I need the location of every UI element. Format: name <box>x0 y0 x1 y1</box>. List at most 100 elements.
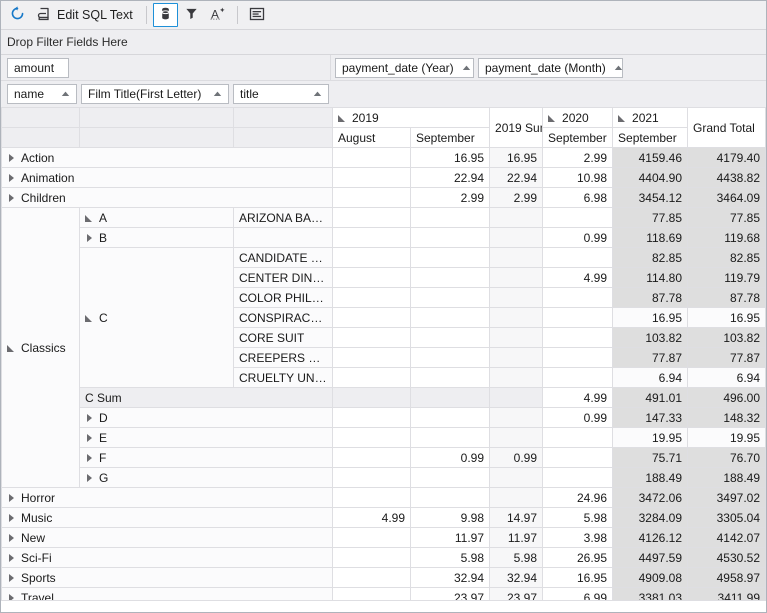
data-cell[interactable] <box>542 427 614 448</box>
data-cell[interactable]: 22.94 <box>409 167 491 188</box>
data-cell[interactable] <box>332 427 411 448</box>
data-cell[interactable]: 11.97 <box>489 527 544 548</box>
collapse-triangle-icon[interactable] <box>618 113 627 122</box>
data-cell[interactable] <box>542 307 614 328</box>
data-cell[interactable]: 5.98 <box>542 507 614 528</box>
data-cell[interactable]: 3284.09 <box>612 507 689 528</box>
row-header-children[interactable]: Children <box>1 187 333 208</box>
data-cell[interactable]: 188.49 <box>612 467 689 488</box>
data-cell[interactable] <box>489 207 544 228</box>
field-chip-payment-date-month[interactable]: payment_date (Month) <box>478 57 623 78</box>
data-cell[interactable] <box>489 387 544 408</box>
row-header-title-cell[interactable]: CORE SUIT <box>233 327 333 348</box>
data-cell[interactable]: 87.78 <box>612 287 689 308</box>
data-cell[interactable]: 3497.02 <box>687 487 766 508</box>
data-cell[interactable]: 82.85 <box>687 247 766 268</box>
data-cell[interactable]: 103.82 <box>612 327 689 348</box>
data-cell[interactable] <box>409 267 491 288</box>
data-cell[interactable] <box>489 367 544 388</box>
data-cell[interactable] <box>489 247 544 268</box>
row-header-classics-d[interactable]: D <box>79 407 333 428</box>
collapse-triangle-icon[interactable] <box>548 113 557 122</box>
row-header-title-cell[interactable]: COLOR PHILADE… <box>233 287 333 308</box>
field-chip-film-title-first-letter[interactable]: Film Title(First Letter) <box>81 84 229 104</box>
data-cell[interactable] <box>489 307 544 328</box>
field-list-button[interactable] <box>244 3 270 27</box>
data-cell[interactable]: 0.99 <box>489 447 544 468</box>
expand-triangle-icon[interactable] <box>85 233 94 242</box>
data-cell[interactable]: 4126.12 <box>612 527 689 548</box>
data-cell[interactable] <box>332 307 411 328</box>
data-cell[interactable]: 4159.46 <box>612 147 689 168</box>
data-cell[interactable] <box>409 307 491 328</box>
row-field-zone[interactable]: name Film Title(First Letter) title <box>1 81 331 107</box>
data-cell[interactable]: 5.98 <box>489 547 544 568</box>
data-cell[interactable] <box>542 447 614 468</box>
data-cell[interactable] <box>542 247 614 268</box>
expand-triangle-icon[interactable] <box>7 533 16 542</box>
data-cell[interactable] <box>542 467 614 488</box>
data-field-zone[interactable]: amount <box>1 55 331 80</box>
expand-triangle-icon[interactable] <box>85 413 94 422</box>
data-cell[interactable] <box>542 347 614 368</box>
data-cell[interactable]: 491.01 <box>612 387 689 408</box>
column-group-2020[interactable]: 2020 <box>542 107 614 128</box>
data-cell[interactable] <box>489 467 544 488</box>
data-cell[interactable] <box>409 367 491 388</box>
row-header-new[interactable]: New <box>1 527 333 548</box>
sort-ascending-icon[interactable] <box>313 91 322 97</box>
expand-triangle-icon[interactable] <box>7 573 16 582</box>
filter-button[interactable] <box>179 3 204 27</box>
data-cell[interactable] <box>409 467 491 488</box>
collapse-triangle-icon[interactable] <box>338 113 347 122</box>
data-cell[interactable] <box>542 207 614 228</box>
sort-ascending-icon[interactable] <box>61 91 70 97</box>
data-cell[interactable] <box>332 147 411 168</box>
data-cell[interactable]: 4.99 <box>332 507 411 528</box>
expand-triangle-icon[interactable] <box>85 453 94 462</box>
data-cell[interactable] <box>332 547 411 568</box>
data-cell[interactable] <box>409 227 491 248</box>
expand-triangle-icon[interactable] <box>7 173 16 182</box>
row-header-classics-c[interactable]: C <box>79 247 234 388</box>
row-header-classics-g[interactable]: G <box>79 467 333 488</box>
data-cell[interactable] <box>409 207 491 228</box>
data-cell[interactable]: 75.71 <box>612 447 689 468</box>
data-cell[interactable]: 103.82 <box>687 327 766 348</box>
column-group-2021[interactable]: 2021 <box>612 107 689 128</box>
row-header-music[interactable]: Music <box>1 507 333 528</box>
field-chip-payment-date-year[interactable]: payment_date (Year) <box>335 57 474 78</box>
expand-triangle-icon[interactable] <box>85 473 94 482</box>
data-cell[interactable] <box>409 387 491 408</box>
data-cell[interactable] <box>332 487 411 508</box>
data-cell[interactable]: 0.99 <box>409 447 491 468</box>
data-cell[interactable]: 3.98 <box>542 527 614 548</box>
data-cell[interactable]: 2.99 <box>409 187 491 208</box>
data-cell[interactable]: 0.99 <box>542 227 614 248</box>
data-cell[interactable] <box>332 327 411 348</box>
data-cell[interactable]: 4958.97 <box>687 567 766 588</box>
data-cell[interactable] <box>332 407 411 428</box>
data-cell[interactable]: 82.85 <box>612 247 689 268</box>
data-cell[interactable]: 188.49 <box>687 467 766 488</box>
data-cell[interactable] <box>409 347 491 368</box>
data-cell[interactable]: 148.32 <box>687 407 766 428</box>
collapse-triangle-icon[interactable] <box>85 313 94 322</box>
sort-ascending-icon[interactable] <box>462 65 471 71</box>
row-header-title-cell[interactable]: ARIZONA BANG <box>233 207 333 228</box>
data-cell[interactable]: 10.98 <box>542 167 614 188</box>
data-cell[interactable]: 119.79 <box>687 267 766 288</box>
data-cell[interactable]: 77.85 <box>612 207 689 228</box>
column-header-2020-september[interactable]: September <box>542 127 614 148</box>
data-cell[interactable] <box>332 387 411 408</box>
data-cell[interactable]: 16.95 <box>687 307 766 328</box>
row-header-title-cell[interactable]: CREEPERS KANE <box>233 347 333 368</box>
data-cell[interactable] <box>409 287 491 308</box>
data-cell[interactable] <box>332 247 411 268</box>
data-cell[interactable]: 6.98 <box>542 187 614 208</box>
data-cell[interactable] <box>332 467 411 488</box>
data-cell[interactable] <box>332 527 411 548</box>
collapse-triangle-icon[interactable] <box>85 213 94 222</box>
pivot-table-scroll-area[interactable]: 2019 2019 Sum 2020 <box>1 107 766 612</box>
field-chip-name[interactable]: name <box>7 84 77 104</box>
